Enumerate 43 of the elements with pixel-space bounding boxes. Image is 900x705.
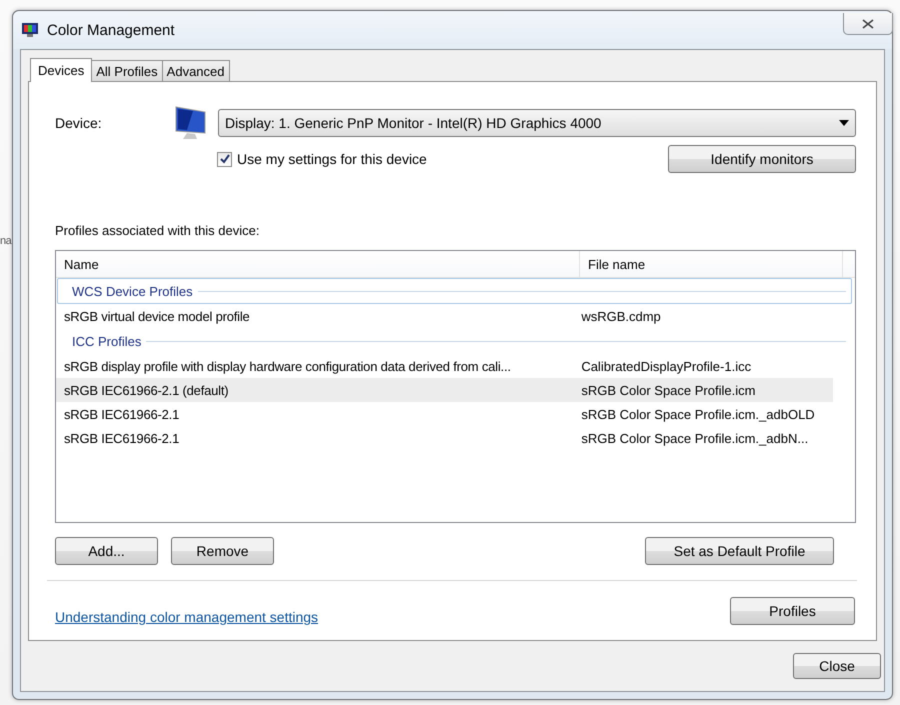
list-button[interactable]: Add... [55, 537, 158, 565]
list-row[interactable]: sRGB virtual device model profile wsRGB.cdmp [56, 304, 833, 328]
profiles-button[interactable]: Profiles [730, 597, 855, 625]
window-title: Color Management [47, 22, 175, 38]
table-cell-text: CalibratedDisplayProfile-1.icc [580, 358, 752, 374]
group-header[interactable]: WCS Device Profiles [57, 278, 852, 304]
close-button[interactable] [843, 13, 893, 35]
table-cell-text: sRGB Color Space Profile.icm._adbN... [580, 430, 810, 446]
group-label: ICC Profiles [72, 334, 142, 348]
list-row[interactable]: sRGB IEC61966-2.1 sRGB Color Space Profile.icm._adbOLD [56, 402, 833, 426]
list-row[interactable]: sRGB display profile with display hardware configuration data derived from cali... CalibratedDisplayProfile-1.icc [56, 354, 833, 378]
monitor-icon [21, 22, 39, 38]
table-cell-text: sRGB IEC61966-2.1 [63, 406, 180, 422]
identify-button[interactable]: Identify monitors [668, 145, 856, 173]
checkbox-label: Use my settings for this device [237, 151, 427, 167]
table-cell-text: sRGB Color Space Profile.icm [580, 382, 756, 398]
table-cell-text: sRGB IEC61966-2.1 (default) [63, 382, 230, 398]
list-button[interactable]: Remove [171, 537, 274, 565]
background-text: na [0, 235, 12, 247]
help-link[interactable]: Understanding color management settings [55, 609, 318, 625]
section-label: Profiles associated with this device: [55, 223, 260, 238]
caret-icon [839, 120, 849, 126]
close-dialog-button[interactable]: Close [793, 653, 881, 679]
group-label: WCS Device Profiles [72, 284, 193, 298]
checkbox[interactable] [217, 152, 232, 166]
tab[interactable]: All Profiles [91, 60, 163, 81]
list-button[interactable]: Set as Default Profile [645, 537, 834, 565]
check-icon [220, 154, 230, 164]
tab[interactable]: Advanced [162, 60, 230, 81]
table-cell-text: wsRGB.cdmp [580, 308, 662, 324]
table-cell-text: sRGB Color Space Profile.icm._adbOLD [580, 406, 816, 422]
device-dropdown[interactable]: Display: 1. Generic PnP Monitor - Intel(R) HD Graphics 4000 [218, 109, 856, 137]
field-label: Device: [55, 115, 103, 131]
column-header[interactable]: Name [56, 251, 580, 277]
close-icon [862, 18, 874, 28]
table-cell-text: sRGB virtual device model profile [63, 308, 251, 324]
tab[interactable]: Devices [30, 58, 92, 82]
list-row[interactable]: sRGB IEC61966-2.1 (default) sRGB Color Space Profile.icm [56, 378, 833, 402]
column-header[interactable]: File name [580, 251, 843, 277]
list-row[interactable]: sRGB IEC61966-2.1 sRGB Color Space Profile.icm._adbN... [56, 426, 833, 450]
table-cell-text: sRGB IEC61966-2.1 [63, 430, 180, 446]
table-cell-text: sRGB display profile with display hardware configuration data derived from cali... [63, 358, 512, 374]
group-header[interactable]: ICC Profiles [57, 328, 852, 354]
